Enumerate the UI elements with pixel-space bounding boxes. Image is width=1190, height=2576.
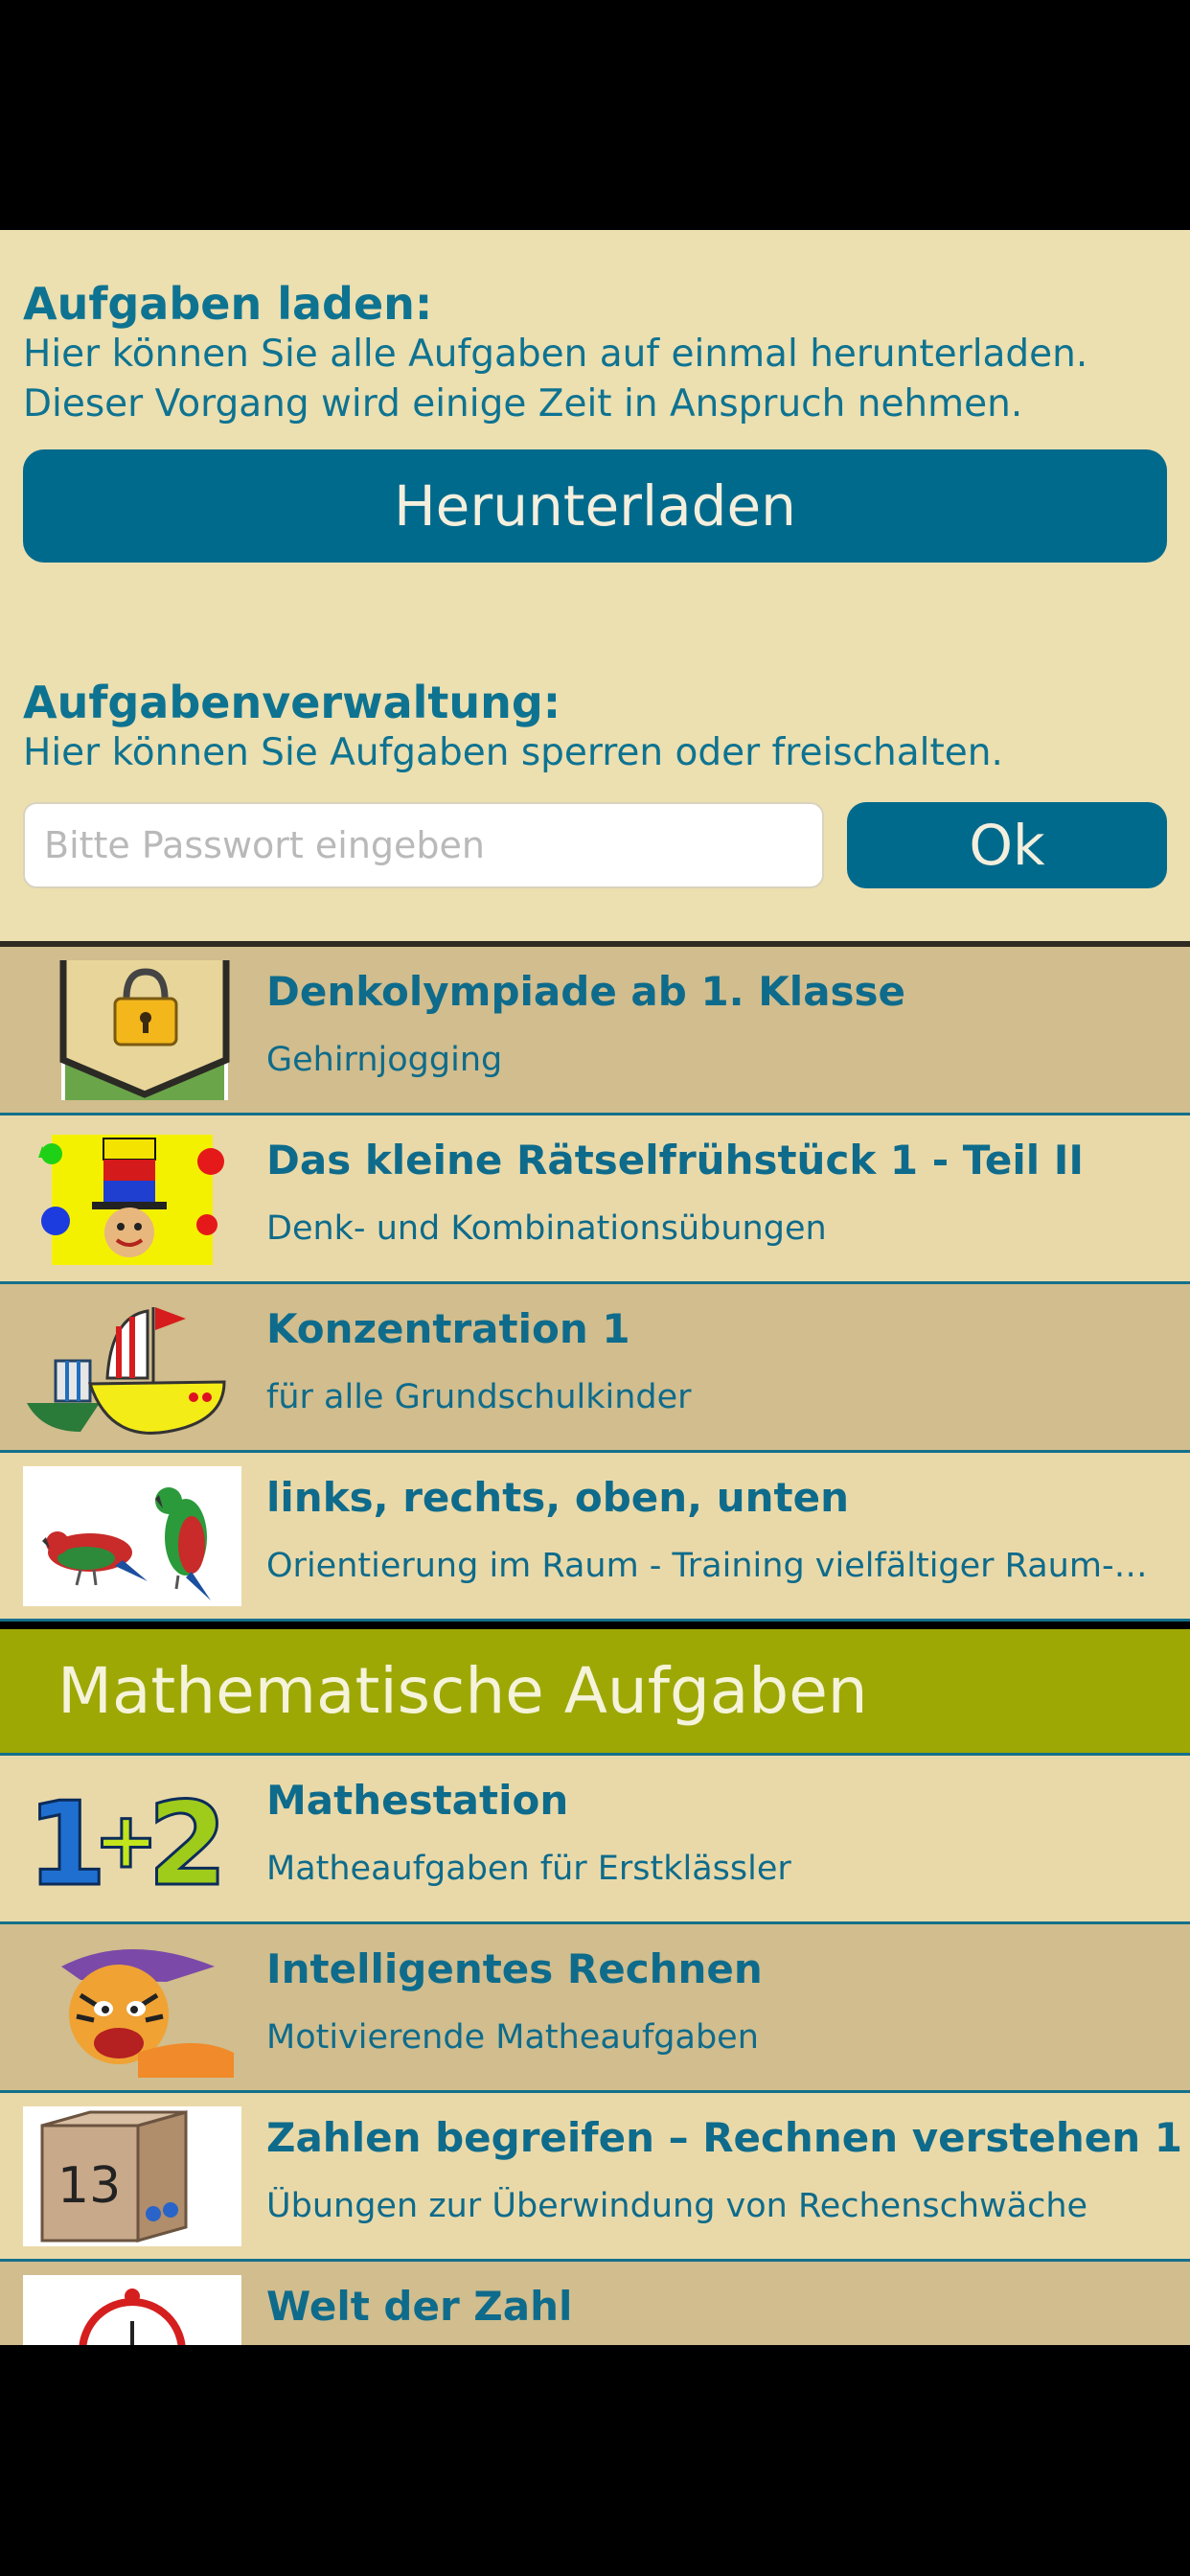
list-item-raetselfruehstueck[interactable]: Das kleine Rätselfrühstück 1 - Teil II D… xyxy=(0,1116,1190,1284)
item-title: links, rechts, oben, unten xyxy=(266,1474,849,1521)
item-subtitle: Motivierende Matheaufgaben xyxy=(266,2018,759,2057)
list-item-denkolympiade[interactable]: Denkolympiade ab 1. Klasse Gehirnjogging xyxy=(0,947,1190,1116)
bottom-black-area xyxy=(0,2345,1190,2576)
item-title: Mathestation xyxy=(266,1777,569,1824)
download-title: Aufgaben laden: xyxy=(23,278,433,330)
parrots-icon xyxy=(23,1466,241,1606)
box-13-icon: 13 xyxy=(23,2106,241,2246)
task-list[interactable]: Denkolympiade ab 1. Klasse Gehirnjogging… xyxy=(0,947,1190,2345)
one-plus-two-icon: 1 + 2 xyxy=(26,1778,230,1910)
section-header-label: Mathematische Aufgaben xyxy=(57,1654,868,1728)
download-button[interactable]: Herunterladen xyxy=(23,449,1167,563)
item-subtitle: Übungen zur Überwindung von Rechenschwäc… xyxy=(266,2187,1088,2225)
tiger-icon xyxy=(61,1949,234,2078)
list-item-mathestation[interactable]: 1 + 2 Mathestation Matheaufgaben für Ers… xyxy=(0,1756,1190,1924)
list-item-intelligentes-rechnen[interactable]: Intelligentes Rechnen Motivierende Mathe… xyxy=(0,1924,1190,2093)
download-description-line2: Dieser Vorgang wird einige Zeit in Anspr… xyxy=(23,382,1023,426)
item-title: Denkolympiade ab 1. Klasse xyxy=(266,968,906,1015)
top-status-area xyxy=(0,0,1190,230)
boats-icon xyxy=(27,1307,226,1435)
item-title: Das kleine Rätselfrühstück 1 - Teil II xyxy=(266,1137,1085,1184)
item-title: Welt der Zahl xyxy=(266,2283,573,2330)
item-title: Konzentration 1 xyxy=(266,1305,630,1352)
list-item-welt-der-zahl[interactable]: Welt der Zahl xyxy=(0,2262,1190,2345)
item-subtitle: Denk- und Kombinationsübungen xyxy=(266,1209,827,1248)
item-subtitle: Gehirnjogging xyxy=(266,1041,503,1079)
management-description: Hier können Sie Aufgaben sperren oder fr… xyxy=(23,731,1003,774)
item-subtitle: Matheaufgaben für Erstklässler xyxy=(266,1850,791,1888)
password-input[interactable] xyxy=(23,802,824,888)
section-header-math: Mathematische Aufgaben xyxy=(0,1629,1190,1756)
svg-text:2: 2 xyxy=(148,1779,228,1909)
ok-button[interactable]: Ok xyxy=(847,802,1167,888)
item-subtitle: Orientierung im Raum - Training vielfält… xyxy=(266,1547,1148,1585)
clock-icon xyxy=(23,2275,241,2345)
item-subtitle: für alle Grundschulkinder xyxy=(266,1378,692,1416)
download-description-line1: Hier können Sie alle Aufgaben auf einmal… xyxy=(23,333,1088,376)
lock-icon xyxy=(59,960,230,1100)
list-item-konzentration[interactable]: Konzentration 1 für alle Grundschulkinde… xyxy=(0,1284,1190,1453)
item-title: Zahlen begreifen – Rechnen verstehen 1 xyxy=(266,2114,1183,2161)
clown-hat-icon xyxy=(38,1135,224,1265)
list-item-links-rechts[interactable]: links, rechts, oben, unten Orientierung … xyxy=(0,1453,1190,1622)
item-title: Intelligentes Rechnen xyxy=(266,1945,763,1992)
svg-text:13: 13 xyxy=(57,2157,121,2215)
management-title: Aufgabenverwaltung: xyxy=(23,677,561,728)
settings-panel: Aufgaben laden: Hier können Sie alle Auf… xyxy=(0,230,1190,947)
list-item-zahlen-begreifen[interactable]: 13 Zahlen begreifen – Rechnen verstehen … xyxy=(0,2093,1190,2262)
